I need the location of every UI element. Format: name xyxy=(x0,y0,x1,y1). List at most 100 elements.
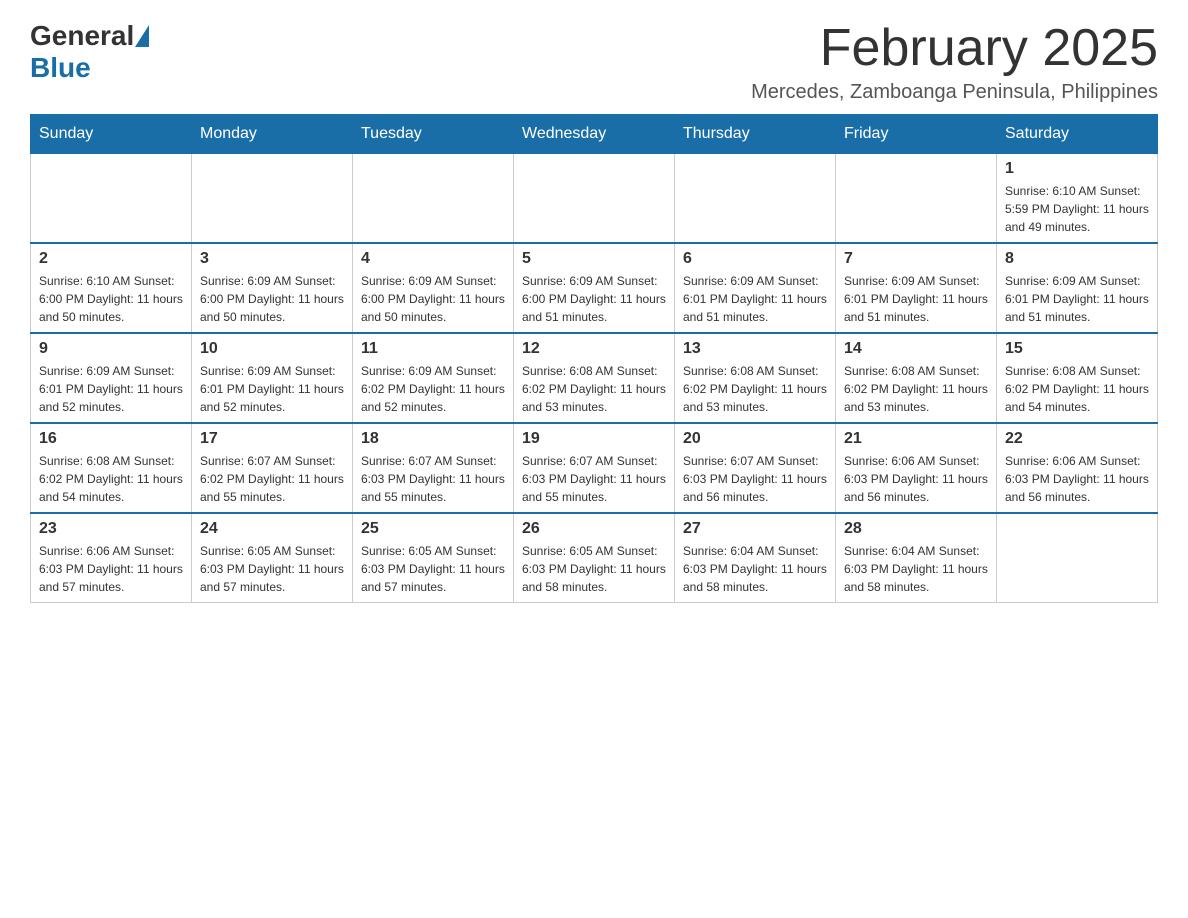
day-number-9: 9 xyxy=(39,340,183,358)
day-info-6: Sunrise: 6:09 AM Sunset: 6:01 PM Dayligh… xyxy=(683,272,827,326)
calendar-table: Sunday Monday Tuesday Wednesday Thursday… xyxy=(30,114,1158,603)
day-number-1: 1 xyxy=(1005,160,1149,178)
day-number-21: 21 xyxy=(844,430,988,448)
day-number-19: 19 xyxy=(522,430,666,448)
header-sunday: Sunday xyxy=(31,115,192,154)
day-info-1: Sunrise: 6:10 AM Sunset: 5:59 PM Dayligh… xyxy=(1005,182,1149,236)
cell-w3-d1: 17Sunrise: 6:07 AM Sunset: 6:02 PM Dayli… xyxy=(192,423,353,513)
day-number-7: 7 xyxy=(844,250,988,268)
day-info-15: Sunrise: 6:08 AM Sunset: 6:02 PM Dayligh… xyxy=(1005,362,1149,416)
day-number-4: 4 xyxy=(361,250,505,268)
cell-w1-d0: 2 Sunrise: 6:10 AM Sunset: 6:00 PM Daylig… xyxy=(31,243,192,333)
cell-w2-d2: 11 Sunrise: 6:09 AM Sunset: 6:02 PM Dayli… xyxy=(353,333,514,423)
day-number-26: 26 xyxy=(522,520,666,538)
day-number-27: 27 xyxy=(683,520,827,538)
cell-w2-d5: 14 Sunrise: 6:08 AM Sunset: 6:02 PM Dayli… xyxy=(836,333,997,423)
cell-w1-d5: 7 Sunrise: 6:09 AM Sunset: 6:01 PM Daylig… xyxy=(836,243,997,333)
day-info-11: Sunrise: 6:09 AM Sunset: 6:02 PM Dayligh… xyxy=(361,362,505,416)
day-number-22: 22 xyxy=(1005,430,1149,448)
cell-w3-d6: 22Sunrise: 6:06 AM Sunset: 6:03 PM Dayli… xyxy=(997,423,1158,513)
weekday-header-row: Sunday Monday Tuesday Wednesday Thursday… xyxy=(31,115,1158,154)
cell-w1-d4: 6 Sunrise: 6:09 AM Sunset: 6:01 PM Daylig… xyxy=(675,243,836,333)
day-info-25: Sunrise: 6:05 AM Sunset: 6:03 PM Dayligh… xyxy=(361,542,505,596)
cell-w4-d1: 24 Sunrise: 6:05 AM Sunset: 6:03 PM Dayli… xyxy=(192,513,353,603)
title-area: February 2025 Mercedes, Zamboanga Penins… xyxy=(751,20,1158,104)
cell-w1-d6: 8Sunrise: 6:09 AM Sunset: 6:01 PM Daylig… xyxy=(997,243,1158,333)
cell-w0-d5 xyxy=(836,154,997,244)
day-number-16: 16 xyxy=(39,430,183,448)
day-number-24: 24 xyxy=(200,520,344,538)
cell-w3-d5: 21 Sunrise: 6:06 AM Sunset: 6:03 PM Dayli… xyxy=(836,423,997,513)
calendar-subtitle: Mercedes, Zamboanga Peninsula, Philippin… xyxy=(751,81,1158,104)
cell-w3-d4: 20Sunrise: 6:07 AM Sunset: 6:03 PM Dayli… xyxy=(675,423,836,513)
week-row-0: 1 Sunrise: 6:10 AM Sunset: 5:59 PM Daylig… xyxy=(31,154,1158,244)
cell-w1-d3: 5 Sunrise: 6:09 AM Sunset: 6:00 PM Daylig… xyxy=(514,243,675,333)
cell-w4-d0: 23 Sunrise: 6:06 AM Sunset: 6:03 PM Dayli… xyxy=(31,513,192,603)
cell-w0-d3 xyxy=(514,154,675,244)
header-monday: Monday xyxy=(192,115,353,154)
cell-w0-d1 xyxy=(192,154,353,244)
day-number-6: 6 xyxy=(683,250,827,268)
day-number-23: 23 xyxy=(39,520,183,538)
day-number-18: 18 xyxy=(361,430,505,448)
cell-w4-d3: 26 Sunrise: 6:05 AM Sunset: 6:03 PM Dayli… xyxy=(514,513,675,603)
cell-w2-d0: 9Sunrise: 6:09 AM Sunset: 6:01 PM Daylig… xyxy=(31,333,192,423)
day-number-5: 5 xyxy=(522,250,666,268)
day-info-7: Sunrise: 6:09 AM Sunset: 6:01 PM Dayligh… xyxy=(844,272,988,326)
cell-w0-d6: 1 Sunrise: 6:10 AM Sunset: 5:59 PM Daylig… xyxy=(997,154,1158,244)
cell-w0-d0 xyxy=(31,154,192,244)
day-info-21: Sunrise: 6:06 AM Sunset: 6:03 PM Dayligh… xyxy=(844,452,988,506)
day-info-27: Sunrise: 6:04 AM Sunset: 6:03 PM Dayligh… xyxy=(683,542,827,596)
day-info-19: Sunrise: 6:07 AM Sunset: 6:03 PM Dayligh… xyxy=(522,452,666,506)
day-info-5: Sunrise: 6:09 AM Sunset: 6:00 PM Dayligh… xyxy=(522,272,666,326)
day-info-12: Sunrise: 6:08 AM Sunset: 6:02 PM Dayligh… xyxy=(522,362,666,416)
cell-w3-d0: 16 Sunrise: 6:08 AM Sunset: 6:02 PM Dayli… xyxy=(31,423,192,513)
day-number-2: 2 xyxy=(39,250,183,268)
day-info-14: Sunrise: 6:08 AM Sunset: 6:02 PM Dayligh… xyxy=(844,362,988,416)
cell-w0-d4 xyxy=(675,154,836,244)
cell-w4-d4: 27 Sunrise: 6:04 AM Sunset: 6:03 PM Dayli… xyxy=(675,513,836,603)
day-info-2: Sunrise: 6:10 AM Sunset: 6:00 PM Dayligh… xyxy=(39,272,183,326)
cell-w4-d2: 25 Sunrise: 6:05 AM Sunset: 6:03 PM Dayli… xyxy=(353,513,514,603)
calendar-title: February 2025 xyxy=(751,20,1158,77)
cell-w1-d1: 3Sunrise: 6:09 AM Sunset: 6:00 PM Daylig… xyxy=(192,243,353,333)
day-number-14: 14 xyxy=(844,340,988,358)
cell-w2-d1: 10 Sunrise: 6:09 AM Sunset: 6:01 PM Dayli… xyxy=(192,333,353,423)
day-info-3: Sunrise: 6:09 AM Sunset: 6:00 PM Dayligh… xyxy=(200,272,344,326)
logo: General Blue xyxy=(30,20,150,84)
day-number-28: 28 xyxy=(844,520,988,538)
cell-w0-d2 xyxy=(353,154,514,244)
day-info-28: Sunrise: 6:04 AM Sunset: 6:03 PM Dayligh… xyxy=(844,542,988,596)
day-info-10: Sunrise: 6:09 AM Sunset: 6:01 PM Dayligh… xyxy=(200,362,344,416)
day-info-20: Sunrise: 6:07 AM Sunset: 6:03 PM Dayligh… xyxy=(683,452,827,506)
header-friday: Friday xyxy=(836,115,997,154)
day-info-24: Sunrise: 6:05 AM Sunset: 6:03 PM Dayligh… xyxy=(200,542,344,596)
week-row-1: 2 Sunrise: 6:10 AM Sunset: 6:00 PM Daylig… xyxy=(31,243,1158,333)
header-wednesday: Wednesday xyxy=(514,115,675,154)
day-number-10: 10 xyxy=(200,340,344,358)
day-number-17: 17 xyxy=(200,430,344,448)
header-saturday: Saturday xyxy=(997,115,1158,154)
cell-w2-d3: 12Sunrise: 6:08 AM Sunset: 6:02 PM Dayli… xyxy=(514,333,675,423)
cell-w3-d3: 19 Sunrise: 6:07 AM Sunset: 6:03 PM Dayli… xyxy=(514,423,675,513)
day-number-13: 13 xyxy=(683,340,827,358)
week-row-3: 16 Sunrise: 6:08 AM Sunset: 6:02 PM Dayli… xyxy=(31,423,1158,513)
day-number-25: 25 xyxy=(361,520,505,538)
header-tuesday: Tuesday xyxy=(353,115,514,154)
day-number-15: 15 xyxy=(1005,340,1149,358)
day-info-26: Sunrise: 6:05 AM Sunset: 6:03 PM Dayligh… xyxy=(522,542,666,596)
logo-triangle-icon xyxy=(135,25,149,47)
day-number-8: 8 xyxy=(1005,250,1149,268)
day-info-18: Sunrise: 6:07 AM Sunset: 6:03 PM Dayligh… xyxy=(361,452,505,506)
day-info-13: Sunrise: 6:08 AM Sunset: 6:02 PM Dayligh… xyxy=(683,362,827,416)
day-info-23: Sunrise: 6:06 AM Sunset: 6:03 PM Dayligh… xyxy=(39,542,183,596)
cell-w1-d2: 4 Sunrise: 6:09 AM Sunset: 6:00 PM Daylig… xyxy=(353,243,514,333)
week-row-2: 9 Sunrise: 6:09 AM Sunset: 6:01 PM Daylig… xyxy=(31,333,1158,423)
cell-w2-d6: 15 Sunrise: 6:08 AM Sunset: 6:02 PM Dayli… xyxy=(997,333,1158,423)
logo-general-text: General xyxy=(30,20,134,52)
day-number-11: 11 xyxy=(361,340,505,358)
header-thursday: Thursday xyxy=(675,115,836,154)
day-info-4: Sunrise: 6:09 AM Sunset: 6:00 PM Dayligh… xyxy=(361,272,505,326)
day-info-16: Sunrise: 6:08 AM Sunset: 6:02 PM Dayligh… xyxy=(39,452,183,506)
logo-blue-text: Blue xyxy=(30,52,91,83)
